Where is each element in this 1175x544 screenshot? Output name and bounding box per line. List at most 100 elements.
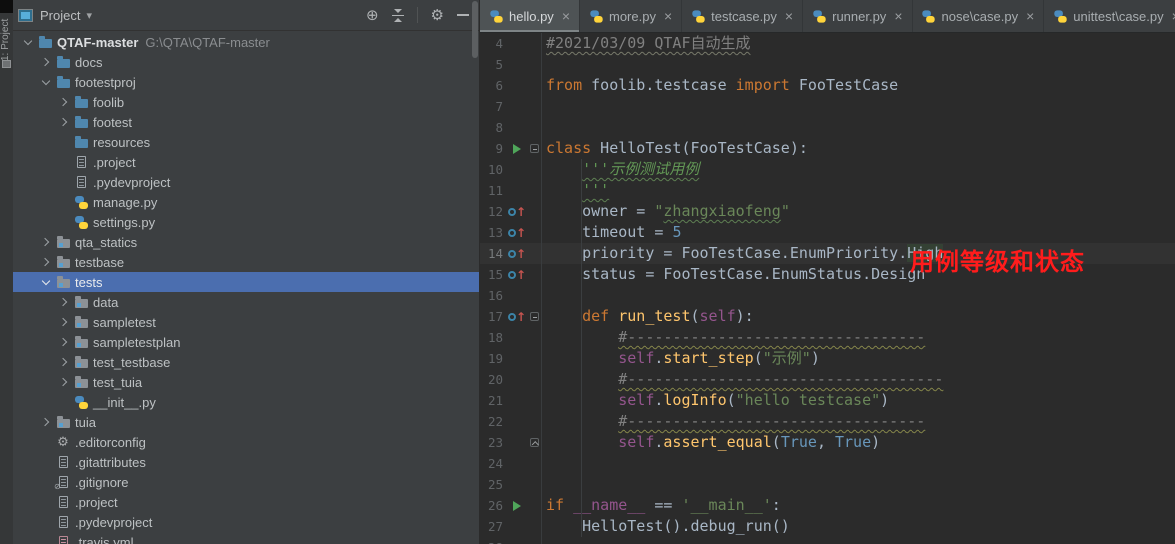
- code-editor[interactable]: 4#2021/03/09 QTAF自动生成56from foolib.testc…: [480, 33, 1175, 544]
- code-text[interactable]: #---------------------------------: [542, 327, 1175, 348]
- run-icon[interactable]: [506, 138, 528, 159]
- gear-icon[interactable]: ⚙: [431, 8, 444, 23]
- code-line-20: 20 #-----------------------------------: [480, 369, 1175, 390]
- close-icon[interactable]: ×: [785, 8, 793, 24]
- python-icon-shape: [75, 216, 88, 229]
- fold-spacer: [528, 222, 542, 243]
- tree-scrollbar[interactable]: [472, 1, 478, 58]
- file-yaml-icon: [56, 535, 70, 544]
- tab-label: unittest\case.py: [1073, 9, 1163, 24]
- tree-row-footest[interactable]: footest: [13, 112, 479, 132]
- tree-row-.pydevproject[interactable]: .pydevproject: [13, 172, 479, 192]
- tree-row-.pydevproject[interactable]: .pydevproject: [13, 512, 479, 532]
- override-icon[interactable]: ↑: [506, 264, 528, 285]
- code-text[interactable]: class HelloTest(FooTestCase):: [542, 138, 1175, 159]
- close-icon[interactable]: ×: [1026, 8, 1034, 24]
- close-icon[interactable]: ×: [894, 8, 902, 24]
- tab-hello.py[interactable]: hello.py×: [480, 0, 580, 32]
- code-text[interactable]: self.start_step("示例"): [542, 348, 1175, 369]
- locate-icon[interactable]: ⊕: [366, 8, 379, 23]
- tree-row-tests[interactable]: tests: [13, 272, 479, 292]
- code-text[interactable]: #2021/03/09 QTAF自动生成: [542, 33, 1175, 54]
- close-icon[interactable]: ×: [562, 8, 570, 24]
- chevron-collapsed-icon[interactable]: [57, 96, 70, 109]
- collapse-all-icon[interactable]: [392, 9, 404, 22]
- tree-row-.editorconfig[interactable]: ⚙.editorconfig: [13, 432, 479, 452]
- code-text[interactable]: HelloTest().debug_run(): [542, 516, 1175, 537]
- project-stripe-button[interactable]: 1: Project: [0, 14, 13, 66]
- tree-row-test_tuia[interactable]: test_tuia: [13, 372, 479, 392]
- chevron-collapsed-icon[interactable]: [39, 256, 52, 269]
- code-text[interactable]: self.logInfo("hello testcase"): [542, 390, 1175, 411]
- override-icon[interactable]: ↑: [506, 201, 528, 222]
- tab-testcase.py[interactable]: testcase.py ×: [682, 0, 803, 32]
- tab-runner.py[interactable]: runner.py×: [803, 0, 912, 32]
- tree-row-data[interactable]: data: [13, 292, 479, 312]
- chevron-collapsed-icon[interactable]: [57, 356, 70, 369]
- chevron-collapsed-icon[interactable]: [57, 336, 70, 349]
- tree-row-sampletest[interactable]: sampletest: [13, 312, 479, 332]
- fold-spacer: [528, 495, 542, 516]
- tree-row-.gitattributes[interactable]: .gitattributes: [13, 452, 479, 472]
- code-text[interactable]: ''': [542, 180, 1175, 201]
- tree-row-footestproj[interactable]: footestproj: [13, 72, 479, 92]
- tree-row-test_testbase[interactable]: test_testbase: [13, 352, 479, 372]
- close-icon[interactable]: ×: [1172, 8, 1175, 24]
- tree-row-foolib[interactable]: foolib: [13, 92, 479, 112]
- tree-row-sampletestplan[interactable]: sampletestplan: [13, 332, 479, 352]
- code-text[interactable]: timeout = 5: [542, 222, 1175, 243]
- python-icon: [74, 195, 88, 209]
- fold-open-icon[interactable]: [528, 138, 542, 159]
- chevron-collapsed-icon[interactable]: [57, 376, 70, 389]
- code-segment: priority = FooTestCase.EnumPriority.: [546, 244, 907, 262]
- chevron-collapsed-icon[interactable]: [57, 116, 70, 129]
- code-text[interactable]: self.assert_equal(True, True): [542, 432, 1175, 453]
- override-icon[interactable]: ↑: [506, 243, 528, 264]
- tree-row-.travis.yml[interactable]: .travis.yml: [13, 532, 479, 544]
- code-text[interactable]: '''示例测试用例: [542, 159, 1175, 180]
- tree-row-.project[interactable]: .project: [13, 492, 479, 512]
- chevron-expanded-icon[interactable]: [39, 76, 52, 89]
- tree-row-__init__.py[interactable]: __init__.py: [13, 392, 479, 412]
- line-number: 15: [480, 267, 506, 282]
- code-text[interactable]: owner = "zhangxiaofeng": [542, 201, 1175, 222]
- tree-row-tuia[interactable]: tuia: [13, 412, 479, 432]
- chevron-collapsed-icon[interactable]: [57, 296, 70, 309]
- fold-end-icon[interactable]: [528, 432, 542, 453]
- chevron-collapsed-icon[interactable]: [39, 56, 52, 69]
- tree-row-testbase[interactable]: testbase: [13, 252, 479, 272]
- override-icon[interactable]: ↑: [506, 306, 528, 327]
- chevron-down-icon[interactable]: ▾: [86, 9, 92, 22]
- code-segment: #---------------------------------: [618, 328, 925, 346]
- tree-row-settings.py[interactable]: settings.py: [13, 212, 479, 232]
- code-line-6: 6from foolib.testcase import FooTestCase: [480, 75, 1175, 96]
- chevron-collapsed-icon[interactable]: [39, 236, 52, 249]
- tree-row-manage.py[interactable]: manage.py: [13, 192, 479, 212]
- tree-row-QTAF-master[interactable]: QTAF-masterG:\QTA\QTAF-master: [13, 32, 479, 52]
- tab-label: testcase.py: [711, 9, 777, 24]
- project-panel-title[interactable]: Project: [40, 8, 80, 23]
- fold-open-icon[interactable]: [528, 306, 542, 327]
- run-icon[interactable]: [506, 495, 528, 516]
- code-text[interactable]: #-----------------------------------: [542, 369, 1175, 390]
- code-segment: :: [772, 496, 781, 514]
- code-text[interactable]: if __name__ == '__main__':: [542, 495, 1175, 516]
- hide-panel-icon[interactable]: [457, 14, 469, 16]
- tree-row-.gitignore[interactable]: ⊘.gitignore: [13, 472, 479, 492]
- tree-row-docs[interactable]: docs: [13, 52, 479, 72]
- tree-row-.project[interactable]: .project: [13, 152, 479, 172]
- code-text[interactable]: from foolib.testcase import FooTestCase: [542, 75, 1175, 96]
- chevron-expanded-icon[interactable]: [39, 276, 52, 289]
- code-text[interactable]: #---------------------------------: [542, 411, 1175, 432]
- tree-row-resources[interactable]: resources: [13, 132, 479, 152]
- chevron-collapsed-icon[interactable]: [39, 416, 52, 429]
- chevron-expanded-icon[interactable]: [21, 36, 34, 49]
- tab-unittest-case.py[interactable]: unittest\case.py ×: [1044, 0, 1175, 32]
- tab-more.py[interactable]: more.py×: [580, 0, 682, 32]
- tab-nose-case.py[interactable]: nose\case.py×: [913, 0, 1045, 32]
- override-icon[interactable]: ↑: [506, 222, 528, 243]
- code-text[interactable]: def run_test(self):: [542, 306, 1175, 327]
- chevron-collapsed-icon[interactable]: [57, 316, 70, 329]
- tree-row-qta_statics[interactable]: qta_statics: [13, 232, 479, 252]
- close-icon[interactable]: ×: [664, 8, 672, 24]
